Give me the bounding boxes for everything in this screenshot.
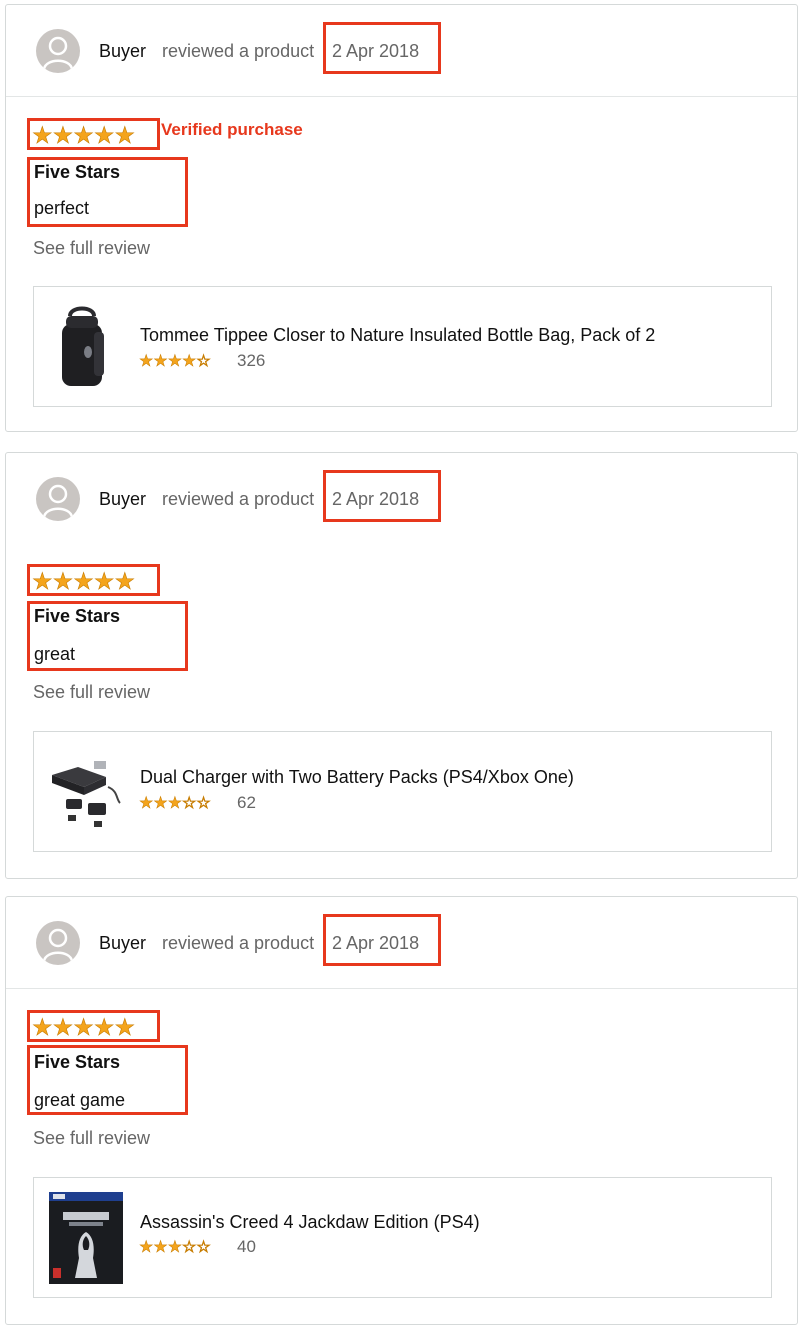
highlight-box-review-text <box>27 157 188 227</box>
highlight-box-date <box>323 22 441 74</box>
avatar[interactable] <box>36 29 80 73</box>
rating-count[interactable]: 62 <box>237 793 256 813</box>
product-title-link[interactable]: Assassin's Creed 4 Jackdaw Edition (PS4) <box>140 1212 480 1233</box>
see-full-review-link[interactable]: See full review <box>33 238 150 259</box>
user-icon <box>42 928 74 962</box>
product-image[interactable] <box>48 747 124 837</box>
highlight-box-date <box>323 914 441 966</box>
review-header: Buyer reviewed a product 2 Apr 2018 <box>6 453 797 544</box>
review-action-text: reviewed a product <box>162 41 315 61</box>
product-image[interactable] <box>48 302 124 392</box>
product-title-link[interactable]: Tommee Tippee Closer to Nature Insulated… <box>140 325 655 346</box>
highlight-box-stars <box>27 118 160 150</box>
dual-charger-icon <box>52 761 121 827</box>
product-star-rating: ★★★☆☆ <box>139 1239 211 1257</box>
review-header: Buyer reviewed a product 2 Apr 2018 <box>6 5 797 97</box>
review-action-text: reviewed a product <box>162 489 315 509</box>
product-image[interactable] <box>49 1192 123 1284</box>
highlight-box-stars <box>27 564 160 596</box>
review-card: Buyer reviewed a product 2 Apr 2018 ★★★★… <box>5 452 798 879</box>
review-card: Buyer reviewed a product 2 Apr 2018 ★★★★… <box>5 4 798 432</box>
review-header: Buyer reviewed a product 2 Apr 2018 <box>6 897 797 989</box>
highlight-box-date <box>323 470 441 522</box>
product-card[interactable]: Assassin's Creed 4 Jackdaw Edition (PS4)… <box>33 1177 772 1298</box>
review-card: Buyer reviewed a product 2 Apr 2018 ★★★★… <box>5 896 798 1325</box>
rating-count[interactable]: 40 <box>237 1237 256 1257</box>
highlight-box-review-text <box>27 601 188 671</box>
reviewer-name[interactable]: Buyer <box>99 933 146 954</box>
reviewer-name[interactable]: Buyer <box>99 489 146 510</box>
highlight-box-review-text <box>27 1045 188 1115</box>
product-card[interactable]: Tommee Tippee Closer to Nature Insulated… <box>33 286 772 407</box>
review-action-text: reviewed a product <box>162 933 315 953</box>
reviewer-name[interactable]: Buyer <box>99 41 146 62</box>
avatar[interactable] <box>36 477 80 521</box>
see-full-review-link[interactable]: See full review <box>33 1128 150 1149</box>
product-title-link[interactable]: Dual Charger with Two Battery Packs (PS4… <box>140 767 574 788</box>
product-star-rating: ★★★★☆ <box>139 353 211 371</box>
verified-purchase-badge: Verified purchase <box>161 120 303 139</box>
insulated-bottle-bag-icon <box>62 306 104 386</box>
avatar[interactable] <box>36 921 80 965</box>
highlight-box-stars <box>27 1010 160 1042</box>
game-cover-icon <box>49 1192 123 1284</box>
product-card[interactable]: Dual Charger with Two Battery Packs (PS4… <box>33 731 772 852</box>
see-full-review-link[interactable]: See full review <box>33 682 150 703</box>
rating-count[interactable]: 326 <box>237 351 265 371</box>
product-star-rating: ★★★☆☆ <box>139 795 211 813</box>
user-icon <box>42 484 74 518</box>
user-icon <box>42 36 74 70</box>
